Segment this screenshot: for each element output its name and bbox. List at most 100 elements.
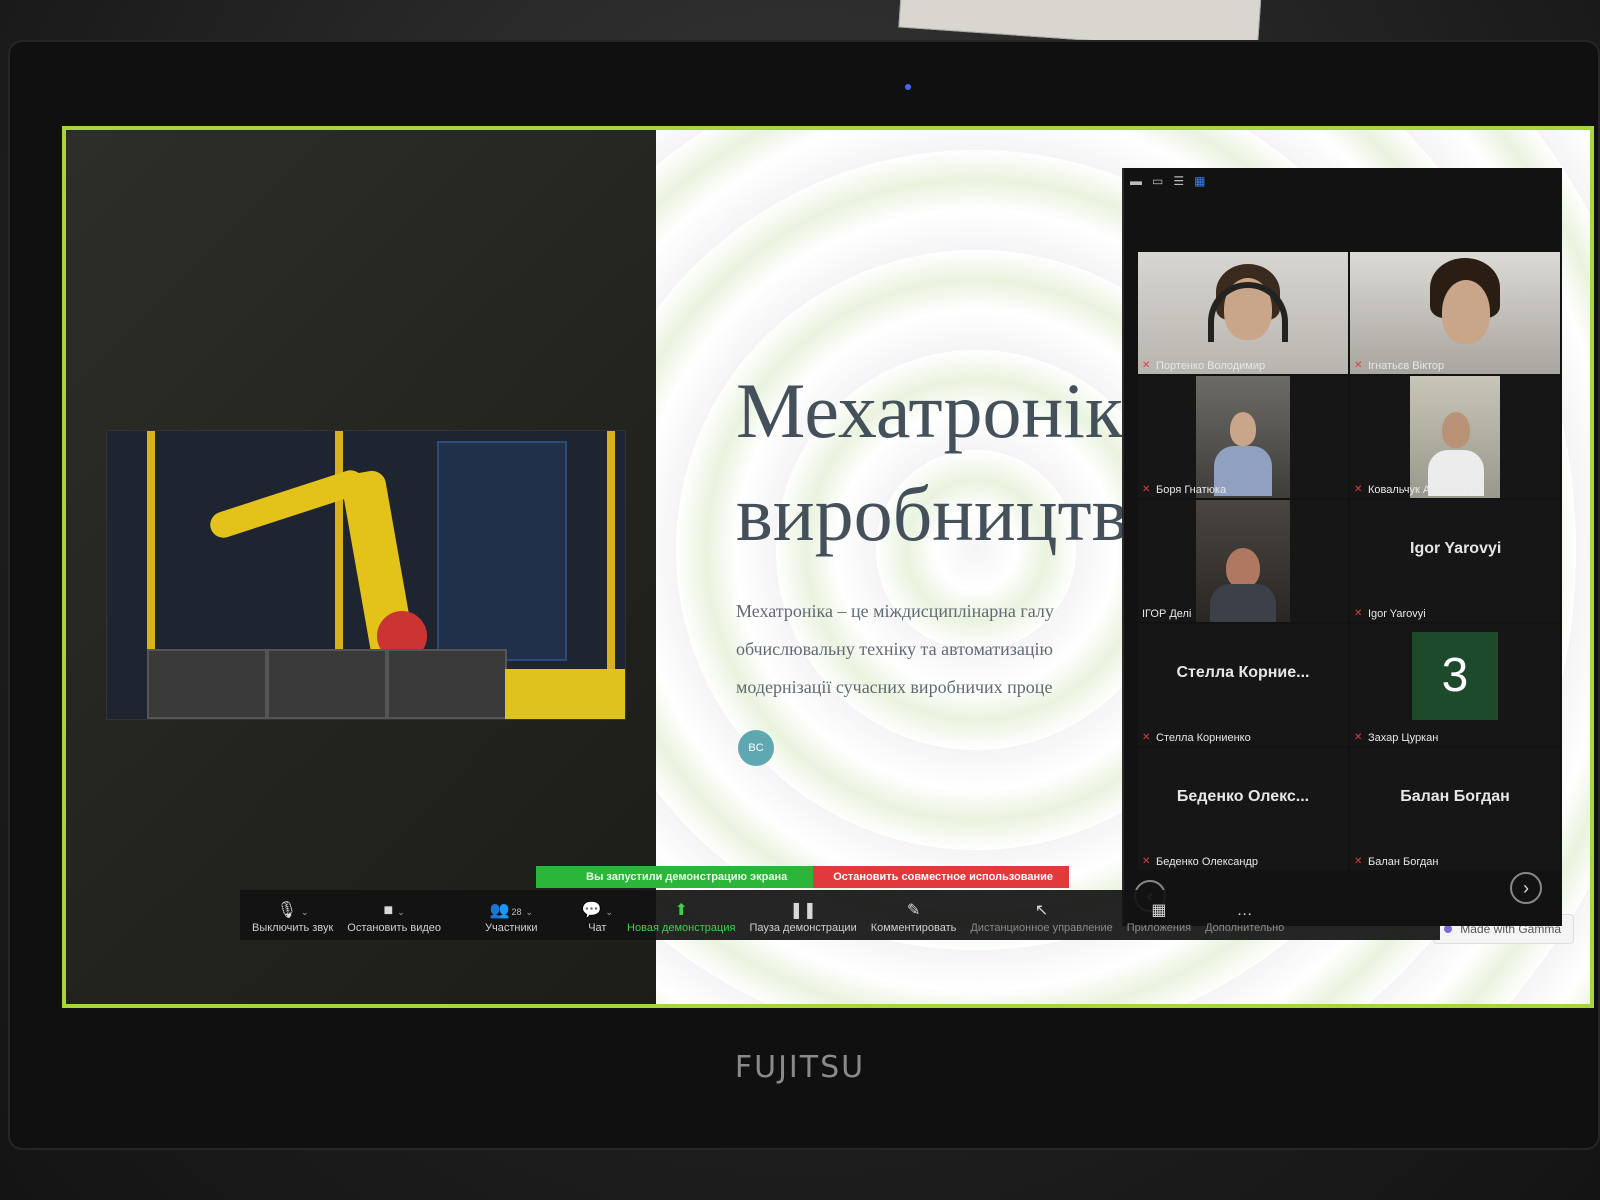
slide-title-line2: виробництв <box>736 469 1129 557</box>
participant-display-name: Беденко Олекс... <box>1176 788 1310 805</box>
stop-share-button[interactable]: Остановить совместное использование <box>813 866 1069 888</box>
participant-name: Ковальчук Арсеній 1А <box>1368 484 1480 496</box>
robot-arm-segment <box>206 466 368 542</box>
participant-name: Беденко Олександр <box>1156 856 1258 868</box>
minimize-icon[interactable]: ▬ <box>1130 174 1142 192</box>
more-button[interactable]: … Дополнительно <box>1205 900 1284 934</box>
participant-name: Igor Yarovyi <box>1368 608 1426 620</box>
participant-name: ІГОР Делі <box>1142 608 1192 620</box>
slide-body-line: Мехатроніка – це міждисциплінарна галу <box>736 601 1054 621</box>
participants-label: Участники <box>485 922 538 934</box>
speaker-view-icon[interactable]: ▭ <box>1152 174 1163 192</box>
pause-share-button[interactable]: ❚❚ Пауза демонстрации <box>749 900 856 934</box>
laptop-brand-logo: FUJITSU <box>734 1050 866 1085</box>
yellow-crate <box>505 669 625 719</box>
pause-share-label: Пауза демонстрации <box>749 922 857 934</box>
laptop-screen: Мехатронік виробництв Мехатроніка – це м… <box>62 126 1594 1008</box>
crate <box>387 649 507 719</box>
participant-name: Стелла Корниенко <box>1156 732 1251 744</box>
annotate-label: Комментировать <box>870 922 957 934</box>
stop-video-label: Остановить видео <box>347 922 442 934</box>
chat-button[interactable]: 💬 ⌄ Чат <box>582 900 613 934</box>
robot-arm-image <box>106 430 626 720</box>
pause-icon: ❚❚ <box>789 902 817 919</box>
apps-icon: ▦ <box>1151 902 1167 919</box>
participant-face <box>1442 412 1470 448</box>
author-avatar: BC <box>738 730 774 766</box>
chevron-down-icon[interactable]: ⌄ <box>397 907 405 917</box>
participants-count: 28 <box>511 907 522 917</box>
participant-tile[interactable]: Igor Yarovyi ✕ Igor Yarovyi <box>1350 500 1560 622</box>
annotate-button[interactable]: ✎ Комментировать <box>871 900 957 934</box>
crate <box>147 649 267 719</box>
gallery-view-controls: ▬ ▭ ☰ ▦ <box>1130 174 1205 192</box>
gallery-next-page-icon[interactable]: › <box>1510 872 1542 904</box>
muted-mic-icon: ✕ <box>1142 856 1151 867</box>
machine-panel <box>437 441 567 661</box>
participant-name: Захар Цуркан <box>1368 732 1439 744</box>
new-share-label: Новая демонстрация <box>627 922 736 934</box>
muted-mic-icon: ✕ <box>1354 856 1363 867</box>
chat-icon: 💬 <box>581 902 602 919</box>
new-share-button[interactable]: ⬆ Новая демонстрация <box>627 900 735 934</box>
pencil-icon: ✎ <box>906 902 921 919</box>
participant-display-name: Igor Yarovyi <box>1410 540 1502 557</box>
participant-tile[interactable]: ✕ Ігнатьєв Віктор <box>1350 252 1560 374</box>
participant-gallery: ▬ ▭ ☰ ▦ ✕ Портенко Володимир ✕ Ігнатьєв … <box>1122 168 1562 926</box>
muted-mic-icon: ✕ <box>1354 732 1363 743</box>
sharing-status: Вы запустили демонстрацию экрана <box>536 866 814 888</box>
meeting-toolbar: 🎙 ⌄ Выключить звук ■ ⌄ Остановить видео 👥 2… <box>240 890 1440 940</box>
participant-initial: 3 <box>1412 632 1498 720</box>
participants-button[interactable]: 👥 28 ⌄ Участники <box>485 900 538 934</box>
gallery-grid-icon[interactable]: ▦ <box>1194 174 1205 192</box>
microphone-icon: 🎙 <box>276 902 298 919</box>
participant-face <box>1442 280 1490 344</box>
participant-name: Ігнатьєв Віктор <box>1368 360 1445 372</box>
mute-button[interactable]: 🎙 ⌄ Выключить звук <box>252 900 333 934</box>
photo-scene: FUJITSU Мехатронік виробництв Мехатронік… <box>0 0 1600 1200</box>
mute-label: Выключить звук <box>252 922 334 934</box>
muted-mic-icon: ✕ <box>1142 732 1151 743</box>
slide-title: Мехатронік виробництв <box>736 360 1128 566</box>
video-camera-icon: ■ <box>383 902 394 919</box>
participant-tile[interactable]: Балан Богдан ✕ Балан Богдан <box>1350 748 1560 870</box>
participant-tile[interactable]: ІГОР Делі <box>1138 500 1348 622</box>
participant-name: Портенко Володимир <box>1156 360 1266 372</box>
apps-button[interactable]: ▦ Приложения <box>1127 900 1191 934</box>
stop-video-button[interactable]: ■ ⌄ Остановить видео <box>347 900 441 934</box>
slide-body: Мехатроніка – це міждисциплінарна галу о… <box>736 592 1156 706</box>
chat-label: Чат <box>588 922 607 934</box>
participant-display-name: Стелла Корние... <box>1176 664 1310 681</box>
remote-control-label: Дистанционное управление <box>970 922 1113 934</box>
muted-mic-icon: ✕ <box>1354 484 1363 495</box>
slide-body-line: модернізації сучасних виробничих проце <box>736 677 1053 697</box>
participant-tile[interactable]: ✕ Ковальчук Арсеній 1А <box>1350 376 1560 498</box>
muted-mic-icon: ✕ <box>1354 608 1363 619</box>
participant-tile[interactable]: ✕ Боря Гнатюка <box>1138 376 1348 498</box>
crate <box>267 649 387 719</box>
remote-control-button[interactable]: ↖ Дистанционное управление <box>970 900 1112 934</box>
slide-body-line: обчислювальну техніку та автоматизацію <box>736 639 1053 659</box>
slide-title-line1: Мехатронік <box>736 367 1123 454</box>
participant-tile[interactable]: Стелла Корние... ✕ Стелла Корниенко <box>1138 624 1348 746</box>
chevron-down-icon[interactable]: ⌄ <box>606 907 614 917</box>
muted-mic-icon: ✕ <box>1142 484 1151 495</box>
screen-share-banner: Вы запустили демонстрацию экрана Останов… <box>536 866 1069 888</box>
participant-display-name: Балан Богдан <box>1400 788 1510 805</box>
remote-control-icon: ↖ <box>1034 902 1049 919</box>
participant-tile[interactable]: ✕ Портенко Володимир <box>1138 252 1348 374</box>
participant-name: Боря Гнатюка <box>1156 484 1227 496</box>
participant-name: Балан Богдан <box>1368 856 1439 868</box>
share-screen-icon: ⬆ <box>674 902 688 919</box>
muted-mic-icon: ✕ <box>1142 360 1151 371</box>
more-label: Дополнительно <box>1205 922 1285 934</box>
participant-tile[interactable]: Беденко Олекс... ✕ Беденко Олександр <box>1138 748 1348 870</box>
participant-shirt <box>1210 584 1276 622</box>
chevron-down-icon[interactable]: ⌄ <box>525 907 533 917</box>
strip-view-icon[interactable]: ☰ <box>1173 174 1184 192</box>
more-icon: … <box>1236 902 1253 919</box>
participant-tile[interactable]: 3 ✕ Захар Цуркан <box>1350 624 1560 746</box>
chevron-down-icon[interactable]: ⌄ <box>301 907 309 917</box>
participant-face <box>1226 548 1260 588</box>
apps-label: Приложения <box>1126 922 1192 934</box>
